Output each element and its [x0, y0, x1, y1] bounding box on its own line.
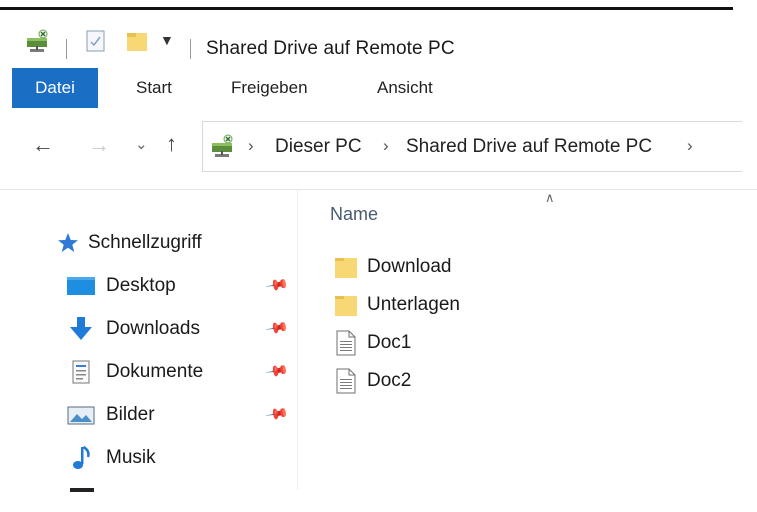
pin-icon[interactable]: 📌	[265, 272, 291, 298]
nav-item-label: Bilder	[106, 404, 155, 425]
nav-item-label: Musik	[106, 447, 156, 468]
partial-nav-icon	[70, 488, 94, 492]
list-item-unterlagen[interactable]: Unterlagen	[334, 290, 460, 320]
nav-item-dokumente[interactable]: Dokumente	[66, 356, 203, 388]
new-folder-icon[interactable]	[125, 28, 149, 54]
breadcrumb-chevron-icon[interactable]: ›	[687, 136, 693, 156]
breadcrumb-chevron-icon[interactable]: ›	[248, 136, 254, 156]
forward-arrow-icon[interactable]: →	[88, 132, 110, 158]
pane-splitter[interactable]	[297, 190, 298, 490]
tab-ansicht[interactable]: Ansicht	[377, 68, 433, 108]
title-bar: ▼ Shared Drive auf Remote PC	[0, 10, 757, 68]
nav-item-bilder[interactable]: Bilder	[66, 399, 155, 431]
sort-ascending-icon: ∧	[545, 190, 555, 205]
file-name: Doc2	[367, 370, 412, 391]
downloads-icon	[66, 316, 96, 342]
breadcrumb-chevron-icon[interactable]: ›	[383, 136, 389, 156]
list-item-download[interactable]: Download	[334, 252, 452, 282]
nav-item-musik[interactable]: Musik	[66, 442, 156, 474]
breadcrumb-shared-drive[interactable]: Shared Drive auf Remote PC	[406, 136, 652, 158]
address-bar[interactable]: › Dieser PC › Shared Drive auf Remote PC…	[202, 121, 742, 172]
pin-icon[interactable]: 📌	[265, 358, 291, 384]
desktop-icon	[66, 273, 96, 299]
network-drive-icon	[209, 133, 237, 164]
file-name: Download	[367, 256, 452, 277]
tab-freigeben[interactable]: Freigeben	[231, 68, 308, 108]
pin-icon[interactable]: 📌	[265, 401, 291, 427]
nav-item-label: Dokumente	[106, 361, 204, 382]
file-name: Unterlagen	[367, 294, 460, 315]
toolbar-divider	[0, 189, 757, 190]
tab-start[interactable]: Start	[136, 68, 172, 108]
recent-dropdown-icon[interactable]: ⌄	[135, 135, 148, 153]
quick-access-separator-2	[190, 39, 191, 59]
ribbon-tabs: Datei Start Freigeben Ansicht	[0, 68, 757, 108]
window-title: Shared Drive auf Remote PC	[206, 38, 455, 59]
document-icon	[334, 368, 358, 394]
document-icon	[334, 330, 358, 356]
breadcrumb-dieser-pc[interactable]: Dieser PC	[275, 136, 362, 158]
pictures-icon	[66, 402, 96, 428]
up-arrow-icon[interactable]: ↑	[166, 131, 177, 157]
quick-access-separator	[66, 39, 67, 59]
list-item-doc1[interactable]: Doc1	[334, 328, 411, 358]
back-arrow-icon[interactable]: ←	[32, 132, 54, 158]
customize-quick-access-icon[interactable]: ▼	[160, 32, 174, 48]
nav-item-quick-access[interactable]: Schnellzugriff	[56, 227, 202, 259]
nav-item-label: Schnellzugriff	[88, 232, 202, 253]
nav-item-label: Desktop	[106, 275, 176, 296]
documents-icon	[66, 359, 96, 385]
nav-item-label: Downloads	[106, 318, 200, 339]
tab-datei[interactable]: Datei	[12, 68, 98, 108]
star-icon	[56, 230, 80, 256]
pin-icon[interactable]: 📌	[265, 315, 291, 341]
properties-icon[interactable]	[85, 28, 107, 54]
column-header-name[interactable]: Name	[330, 204, 378, 225]
music-icon	[66, 445, 96, 471]
list-item-doc2[interactable]: Doc2	[334, 366, 411, 396]
folder-icon	[334, 292, 358, 318]
file-name: Doc1	[367, 332, 412, 353]
folder-icon	[334, 254, 358, 280]
nav-item-desktop[interactable]: Desktop	[66, 270, 176, 302]
nav-item-downloads[interactable]: Downloads	[66, 313, 200, 345]
network-drive-icon[interactable]	[24, 28, 52, 54]
